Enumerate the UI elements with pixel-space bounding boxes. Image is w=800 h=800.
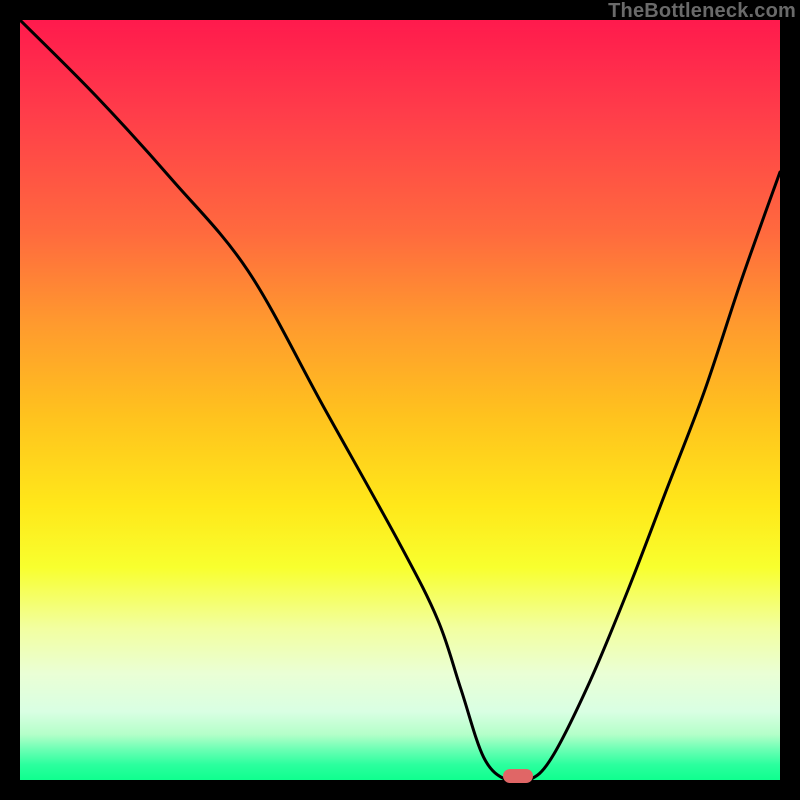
plot-area bbox=[20, 20, 780, 780]
bottleneck-curve bbox=[20, 20, 780, 780]
chart-frame: TheBottleneck.com bbox=[0, 0, 800, 800]
current-config-marker bbox=[503, 769, 533, 783]
